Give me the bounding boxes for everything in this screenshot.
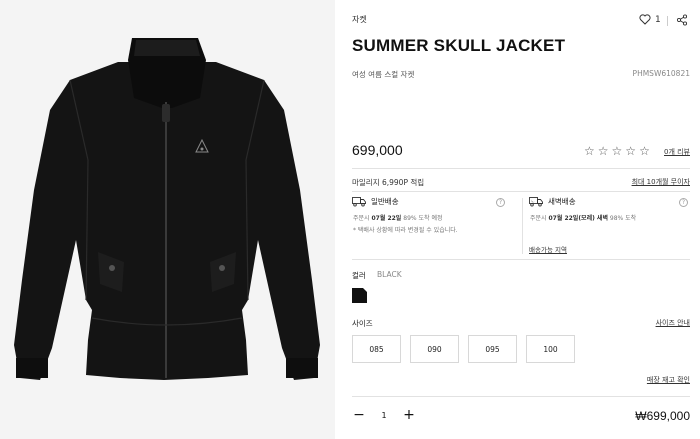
color-label: 컬러 bbox=[352, 271, 366, 280]
quantity-increase-button[interactable]: + bbox=[402, 408, 416, 422]
delivery-region-link[interactable]: 배송가능 지역 bbox=[529, 244, 567, 254]
help-icon[interactable]: ? bbox=[679, 198, 688, 207]
normal-shipping: 일반배송 ? 주문시 07월 22일 89% 도착 예정 * 택배사 상황에 따… bbox=[352, 196, 517, 256]
color-swatch-black[interactable] bbox=[352, 288, 367, 303]
normal-shipping-title: 일반배송 bbox=[371, 197, 399, 206]
product-image bbox=[0, 0, 335, 439]
size-option-090[interactable]: 090 bbox=[410, 335, 459, 363]
quantity-decrease-button[interactable]: − bbox=[352, 408, 366, 422]
quantity-stepper: − 1 + bbox=[352, 408, 416, 422]
total-price: ₩699,000 bbox=[635, 409, 690, 423]
rating-stars: ☆ ☆ ☆ ☆ ☆ bbox=[584, 144, 650, 158]
truck-icon bbox=[352, 197, 366, 207]
size-option-095[interactable]: 095 bbox=[468, 335, 517, 363]
product-info: 자켓 1 SUMMER SKULL JACKET 여성 여름 스컬 자켓 PHM… bbox=[352, 0, 690, 439]
quantity-value[interactable]: 1 bbox=[380, 411, 388, 420]
size-option-100[interactable]: 100 bbox=[526, 335, 575, 363]
dawn-shipping-eta: 주문시 07월 22일(모레) 새벽 98% 도착 bbox=[530, 215, 637, 222]
normal-shipping-eta: 주문시 07월 22일 89% 도착 예정 bbox=[353, 215, 443, 222]
divider bbox=[352, 191, 690, 192]
star-icon: ☆ bbox=[639, 144, 650, 158]
product-subtitle: 여성 여름 스컬 자켓 bbox=[352, 70, 415, 79]
like-button[interactable]: 1 bbox=[639, 14, 661, 25]
divider bbox=[352, 259, 690, 260]
header-divider bbox=[667, 16, 668, 26]
product-title: SUMMER SKULL JACKET bbox=[352, 36, 566, 55]
heart-icon bbox=[639, 14, 651, 25]
size-guide-link[interactable]: 사이즈 안내 bbox=[656, 318, 690, 328]
product-price: 699,000 bbox=[352, 142, 403, 158]
normal-shipping-note: * 택배사 상황에 따라 변경될 수 있습니다. bbox=[353, 227, 458, 234]
help-icon[interactable]: ? bbox=[496, 198, 505, 207]
size-label: 사이즈 bbox=[352, 319, 373, 328]
star-icon: ☆ bbox=[584, 144, 595, 158]
mileage-text: 마일리지 6,990P 적립 bbox=[352, 178, 425, 187]
like-count: 1 bbox=[655, 14, 661, 25]
star-icon: ☆ bbox=[611, 144, 623, 158]
installment-link[interactable]: 최대 10개월 무이자 bbox=[632, 177, 690, 187]
store-stock-link[interactable]: 매장 재고 확인 bbox=[647, 375, 690, 385]
size-options: 085 090 095 100 bbox=[352, 335, 575, 363]
dawn-truck-icon bbox=[529, 197, 543, 207]
divider bbox=[352, 396, 690, 397]
size-option-085[interactable]: 085 bbox=[352, 335, 401, 363]
product-code: PHMSW610821 bbox=[632, 69, 690, 78]
dawn-shipping-title: 새벽배송 bbox=[548, 197, 576, 206]
star-icon: ☆ bbox=[597, 144, 609, 158]
shipping-divider bbox=[522, 198, 523, 254]
jacket-illustration bbox=[14, 38, 320, 380]
share-icon[interactable] bbox=[676, 14, 688, 26]
color-value: BLACK bbox=[377, 270, 402, 279]
review-link[interactable]: 0개 리뷰 bbox=[664, 147, 690, 157]
category-label: 자켓 bbox=[352, 15, 367, 24]
star-icon: ☆ bbox=[625, 144, 637, 158]
divider bbox=[352, 168, 690, 169]
